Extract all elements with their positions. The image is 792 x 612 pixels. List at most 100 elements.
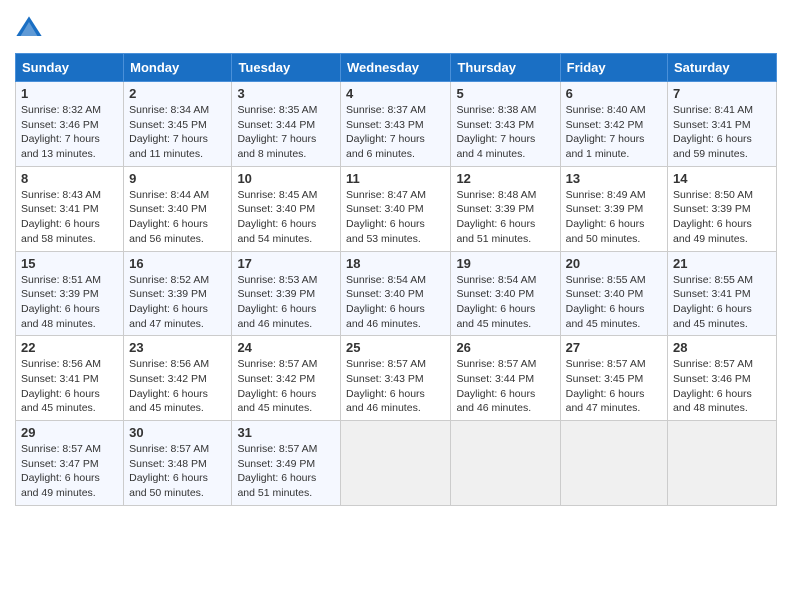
day-info-line: and 6 minutes. — [346, 147, 445, 162]
calendar-cell: 26Sunrise: 8:57 AMSunset: 3:44 PMDayligh… — [451, 336, 560, 421]
day-info-line: Sunset: 3:39 PM — [566, 202, 662, 217]
day-info-line: Sunset: 3:41 PM — [21, 372, 118, 387]
day-info-line: Daylight: 6 hours — [456, 217, 554, 232]
day-info-line: Sunset: 3:48 PM — [129, 457, 226, 472]
day-info-line: and 49 minutes. — [673, 232, 771, 247]
day-info-line: Sunset: 3:40 PM — [456, 287, 554, 302]
calendar-cell: 13Sunrise: 8:49 AMSunset: 3:39 PMDayligh… — [560, 166, 667, 251]
day-info-line: and 59 minutes. — [673, 147, 771, 162]
day-info-line: Sunset: 3:45 PM — [566, 372, 662, 387]
day-info-line: Daylight: 6 hours — [456, 387, 554, 402]
day-info-line: and 46 minutes. — [346, 401, 445, 416]
calendar-cell: 18Sunrise: 8:54 AMSunset: 3:40 PMDayligh… — [341, 251, 451, 336]
day-info-line: and 49 minutes. — [21, 486, 118, 501]
day-info-line: Daylight: 6 hours — [237, 302, 335, 317]
day-info-line: Sunset: 3:39 PM — [21, 287, 118, 302]
day-of-week-header: Tuesday — [232, 54, 341, 82]
day-info-line: Sunrise: 8:57 AM — [346, 357, 445, 372]
day-info-line: Sunset: 3:42 PM — [566, 118, 662, 133]
day-info-line: Sunset: 3:39 PM — [129, 287, 226, 302]
calendar-cell: 2Sunrise: 8:34 AMSunset: 3:45 PMDaylight… — [124, 82, 232, 167]
day-number: 11 — [346, 171, 445, 186]
day-number: 8 — [21, 171, 118, 186]
day-info-line: and 54 minutes. — [237, 232, 335, 247]
day-info-line: Sunset: 3:41 PM — [21, 202, 118, 217]
day-info-line: Sunset: 3:44 PM — [237, 118, 335, 133]
day-info-line: Daylight: 6 hours — [21, 471, 118, 486]
day-info-line: and 45 minutes. — [129, 401, 226, 416]
day-info-line: Sunset: 3:41 PM — [673, 287, 771, 302]
logo — [15, 15, 47, 43]
calendar-cell: 12Sunrise: 8:48 AMSunset: 3:39 PMDayligh… — [451, 166, 560, 251]
day-info-line: and 8 minutes. — [237, 147, 335, 162]
day-info-line: Sunset: 3:44 PM — [456, 372, 554, 387]
calendar-cell: 4Sunrise: 8:37 AMSunset: 3:43 PMDaylight… — [341, 82, 451, 167]
day-number: 21 — [673, 256, 771, 271]
day-info-line: and 11 minutes. — [129, 147, 226, 162]
calendar-cell: 5Sunrise: 8:38 AMSunset: 3:43 PMDaylight… — [451, 82, 560, 167]
calendar-cell: 11Sunrise: 8:47 AMSunset: 3:40 PMDayligh… — [341, 166, 451, 251]
day-number: 25 — [346, 340, 445, 355]
day-number: 19 — [456, 256, 554, 271]
day-info-line: Sunrise: 8:55 AM — [673, 273, 771, 288]
day-info-line: Daylight: 6 hours — [673, 132, 771, 147]
calendar-cell: 15Sunrise: 8:51 AMSunset: 3:39 PMDayligh… — [16, 251, 124, 336]
day-info-line: Daylight: 6 hours — [566, 217, 662, 232]
day-number: 16 — [129, 256, 226, 271]
day-info-line: Daylight: 7 hours — [21, 132, 118, 147]
day-number: 28 — [673, 340, 771, 355]
day-info-line: and 58 minutes. — [21, 232, 118, 247]
day-info-line: and 1 minute. — [566, 147, 662, 162]
day-info-line: Sunrise: 8:48 AM — [456, 188, 554, 203]
day-info-line: and 47 minutes. — [566, 401, 662, 416]
day-info-line: Daylight: 6 hours — [21, 217, 118, 232]
day-number: 10 — [237, 171, 335, 186]
day-info-line: and 45 minutes. — [21, 401, 118, 416]
calendar-cell: 25Sunrise: 8:57 AMSunset: 3:43 PMDayligh… — [341, 336, 451, 421]
day-info-line: Sunrise: 8:56 AM — [129, 357, 226, 372]
day-info-line: Daylight: 6 hours — [129, 217, 226, 232]
day-info-line: Daylight: 6 hours — [21, 387, 118, 402]
calendar-cell: 29Sunrise: 8:57 AMSunset: 3:47 PMDayligh… — [16, 421, 124, 506]
day-info-line: Daylight: 6 hours — [237, 217, 335, 232]
day-number: 9 — [129, 171, 226, 186]
day-info-line: and 50 minutes. — [566, 232, 662, 247]
day-info-line: Sunrise: 8:32 AM — [21, 103, 118, 118]
day-info-line: Sunrise: 8:57 AM — [673, 357, 771, 372]
day-info-line: Sunrise: 8:44 AM — [129, 188, 226, 203]
calendar-cell — [341, 421, 451, 506]
day-number: 14 — [673, 171, 771, 186]
day-info-line: Sunrise: 8:43 AM — [21, 188, 118, 203]
day-info-line: Daylight: 6 hours — [129, 387, 226, 402]
day-number: 15 — [21, 256, 118, 271]
day-number: 5 — [456, 86, 554, 101]
day-info-line: and 46 minutes. — [237, 317, 335, 332]
calendar-cell: 7Sunrise: 8:41 AMSunset: 3:41 PMDaylight… — [668, 82, 777, 167]
day-info-line: Daylight: 6 hours — [346, 387, 445, 402]
calendar-week-row: 8Sunrise: 8:43 AMSunset: 3:41 PMDaylight… — [16, 166, 777, 251]
calendar-cell — [451, 421, 560, 506]
calendar-cell: 30Sunrise: 8:57 AMSunset: 3:48 PMDayligh… — [124, 421, 232, 506]
day-of-week-header: Thursday — [451, 54, 560, 82]
calendar-cell: 21Sunrise: 8:55 AMSunset: 3:41 PMDayligh… — [668, 251, 777, 336]
day-info-line: Sunrise: 8:54 AM — [346, 273, 445, 288]
day-info-line: Sunrise: 8:53 AM — [237, 273, 335, 288]
day-info-line: Sunset: 3:46 PM — [673, 372, 771, 387]
calendar-cell: 1Sunrise: 8:32 AMSunset: 3:46 PMDaylight… — [16, 82, 124, 167]
calendar-week-row: 29Sunrise: 8:57 AMSunset: 3:47 PMDayligh… — [16, 421, 777, 506]
day-number: 7 — [673, 86, 771, 101]
calendar-cell: 22Sunrise: 8:56 AMSunset: 3:41 PMDayligh… — [16, 336, 124, 421]
day-number: 12 — [456, 171, 554, 186]
day-info-line: and 13 minutes. — [21, 147, 118, 162]
day-info-line: Sunset: 3:47 PM — [21, 457, 118, 472]
calendar-cell: 3Sunrise: 8:35 AMSunset: 3:44 PMDaylight… — [232, 82, 341, 167]
day-info-line: and 46 minutes. — [456, 401, 554, 416]
day-info-line: Sunrise: 8:51 AM — [21, 273, 118, 288]
calendar-cell: 9Sunrise: 8:44 AMSunset: 3:40 PMDaylight… — [124, 166, 232, 251]
day-number: 6 — [566, 86, 662, 101]
day-number: 3 — [237, 86, 335, 101]
calendar-cell: 20Sunrise: 8:55 AMSunset: 3:40 PMDayligh… — [560, 251, 667, 336]
day-info-line: Sunrise: 8:40 AM — [566, 103, 662, 118]
day-info-line: Sunset: 3:42 PM — [129, 372, 226, 387]
day-number: 29 — [21, 425, 118, 440]
